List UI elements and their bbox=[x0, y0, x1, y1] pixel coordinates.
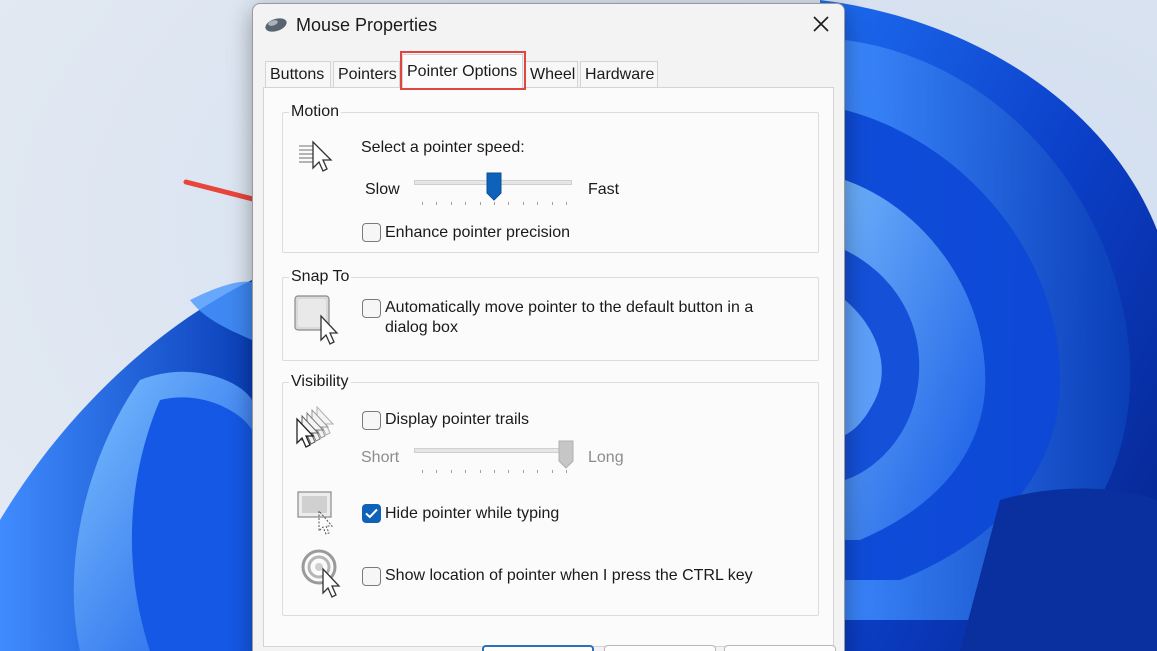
trail-length-slider[interactable] bbox=[414, 440, 574, 480]
long-label: Long bbox=[588, 449, 624, 466]
snap-to-label[interactable]: Automatically move pointer to the defaul… bbox=[385, 298, 775, 338]
snap-to-group-title: Snap To bbox=[289, 267, 352, 287]
show-location-icon bbox=[301, 549, 345, 604]
hide-pointer-typing-label[interactable]: Hide pointer while typing bbox=[385, 504, 559, 524]
slider-tick bbox=[479, 202, 481, 205]
slider-tick bbox=[551, 470, 553, 473]
tab-pointer-options[interactable]: Pointer Options bbox=[402, 54, 523, 89]
apply-button[interactable] bbox=[724, 645, 836, 651]
slow-label: Slow bbox=[365, 181, 400, 198]
enhance-precision-label[interactable]: Enhance pointer precision bbox=[385, 223, 570, 243]
pointer-speed-icon bbox=[297, 137, 337, 182]
slider-tick bbox=[436, 470, 438, 473]
slider-tick bbox=[522, 470, 524, 473]
snap-to-checkbox[interactable] bbox=[362, 299, 381, 318]
title-bar[interactable]: Mouse Properties bbox=[253, 4, 844, 46]
motion-group-title: Motion bbox=[289, 102, 342, 122]
hide-pointer-typing-checkbox[interactable] bbox=[362, 504, 381, 523]
pointer-trails-icon bbox=[295, 405, 341, 454]
slider-tick bbox=[494, 202, 495, 205]
show-location-checkbox[interactable] bbox=[362, 567, 381, 586]
slider-tick bbox=[422, 202, 423, 205]
pointer-speed-slider[interactable] bbox=[414, 172, 574, 212]
show-location-label[interactable]: Show location of pointer when I press th… bbox=[385, 566, 753, 586]
snap-to-group: Snap To Automatically move pointer to th… bbox=[282, 267, 819, 361]
slider-tick bbox=[465, 202, 467, 205]
mouse-icon bbox=[264, 17, 288, 38]
slider-tick bbox=[522, 202, 524, 205]
slider-tick bbox=[465, 470, 467, 473]
slider-tick bbox=[450, 470, 452, 473]
tab-buttons[interactable]: Buttons bbox=[265, 61, 331, 88]
slider-tick bbox=[508, 470, 510, 473]
slider-tick bbox=[494, 470, 495, 473]
window-title: Mouse Properties bbox=[296, 15, 438, 35]
enhance-precision-checkbox[interactable] bbox=[362, 223, 381, 242]
ok-button[interactable] bbox=[482, 645, 594, 651]
slider-tick bbox=[551, 202, 553, 205]
slider-tick bbox=[422, 470, 423, 473]
tab-hardware[interactable]: Hardware bbox=[580, 61, 658, 88]
motion-group: Motion Select a pointer speed: Slow Fast… bbox=[282, 102, 819, 253]
short-label: Short bbox=[361, 449, 400, 466]
close-button[interactable] bbox=[798, 4, 844, 46]
slider-thumb[interactable] bbox=[486, 172, 502, 202]
checkmark-icon bbox=[365, 508, 378, 519]
slider-tick bbox=[537, 202, 539, 205]
visibility-group-title: Visibility bbox=[289, 372, 351, 392]
pointer-options-panel: Motion Select a pointer speed: Slow Fast… bbox=[263, 87, 834, 647]
pointer-trails-label[interactable]: Display pointer trails bbox=[385, 410, 529, 430]
pointer-trails-checkbox[interactable] bbox=[362, 411, 381, 430]
slider-tick bbox=[537, 470, 539, 473]
cancel-button[interactable] bbox=[604, 645, 716, 651]
slider-tick bbox=[508, 202, 510, 205]
snap-to-icon bbox=[293, 294, 343, 351]
close-icon bbox=[813, 16, 829, 32]
slider-thumb[interactable] bbox=[558, 440, 574, 470]
fast-label: Fast bbox=[588, 181, 620, 198]
slider-tick bbox=[436, 202, 438, 205]
visibility-group: Visibility Display pointer trails Short bbox=[282, 372, 819, 616]
slider-tick bbox=[566, 202, 567, 205]
slider-tick bbox=[566, 470, 567, 473]
tab-wheel[interactable]: Wheel bbox=[525, 61, 578, 88]
slider-tick bbox=[479, 470, 481, 473]
mouse-properties-dialog: Mouse Properties Buttons Pointers Pointe… bbox=[252, 3, 845, 651]
slider-tick bbox=[450, 202, 452, 205]
hide-pointer-icon bbox=[297, 491, 343, 540]
pointer-speed-label: Select a pointer speed: bbox=[361, 139, 525, 156]
tab-pointers[interactable]: Pointers bbox=[333, 61, 400, 88]
